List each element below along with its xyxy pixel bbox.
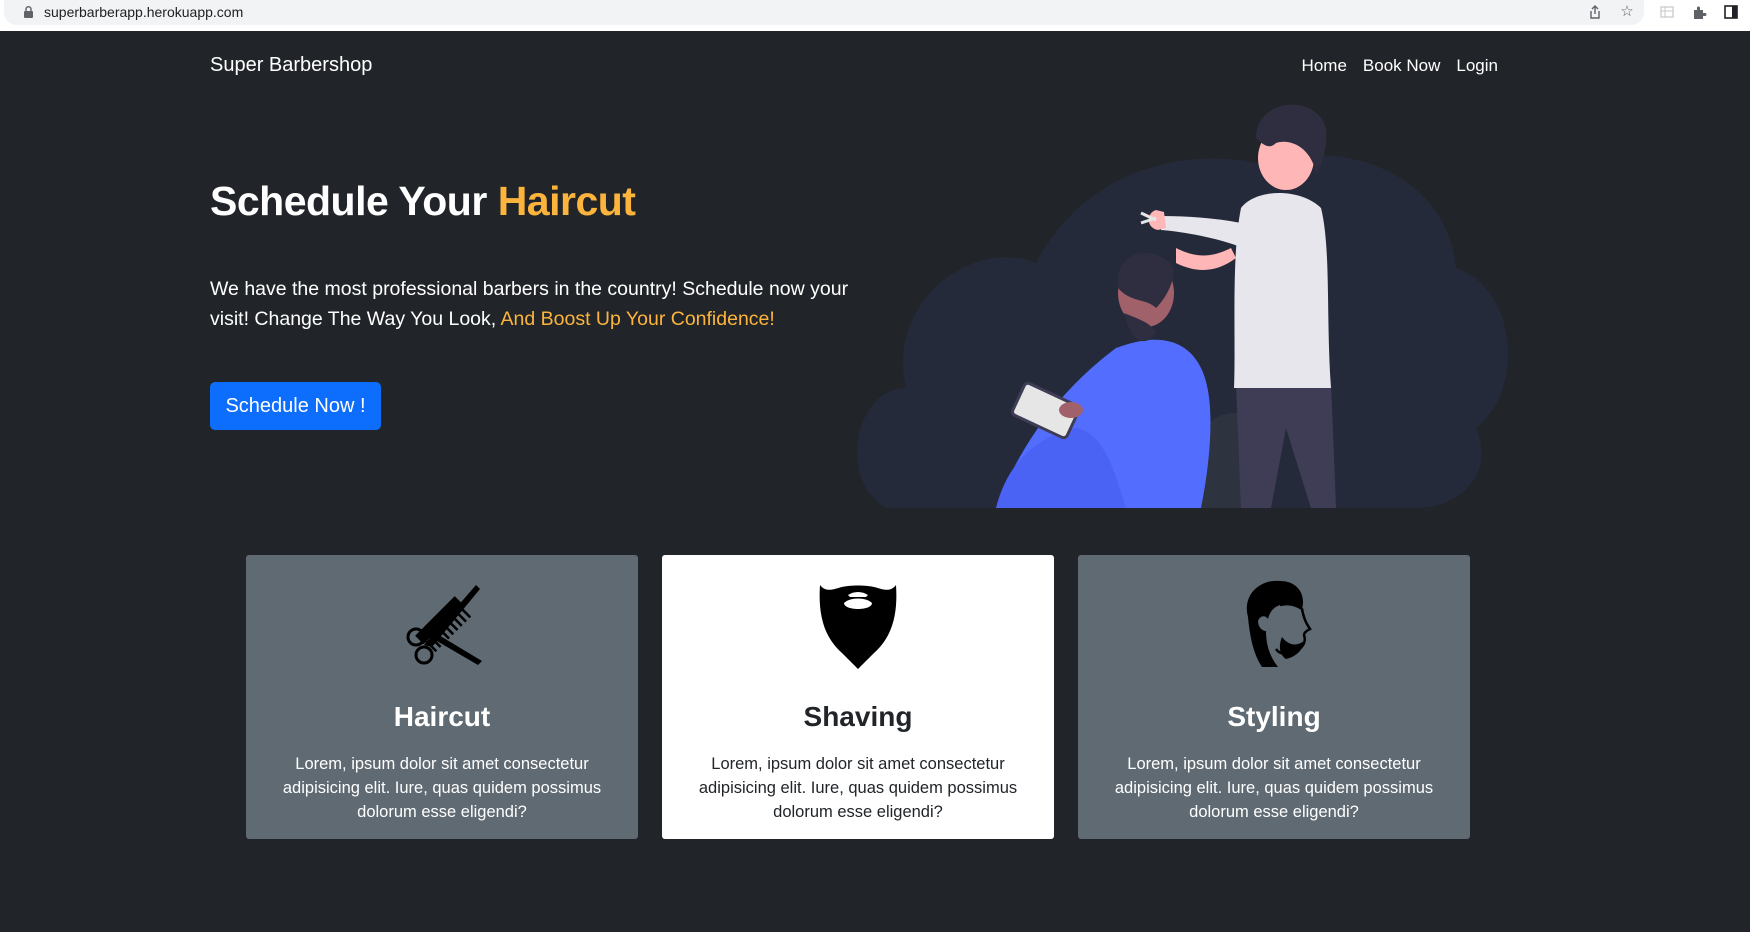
- hero-text-accent: And Boost Up Your Confidence!: [500, 308, 775, 330]
- service-card-styling[interactable]: Styling Lorem, ipsum dolor sit amet cons…: [1078, 555, 1470, 839]
- service-title: Styling: [1227, 701, 1321, 732]
- beard-icon: [819, 585, 897, 669]
- comb-scissors-icon: [406, 585, 482, 665]
- nav-home[interactable]: Home: [1302, 56, 1347, 76]
- puzzle-icon[interactable]: [1691, 4, 1707, 20]
- bookmark-star-icon[interactable]: ☆: [1619, 4, 1635, 20]
- address-bar[interactable]: superbarberapp.herokuapp.com ☆: [4, 0, 1644, 25]
- man-profile-icon: [1246, 580, 1312, 667]
- browser-toolbar: superbarberapp.herokuapp.com ☆: [0, 0, 1750, 31]
- nav-book-now[interactable]: Book Now: [1363, 56, 1440, 76]
- sidepanel-icon[interactable]: [1723, 4, 1739, 20]
- service-title: Shaving: [803, 701, 913, 732]
- brand-logo[interactable]: Super Barbershop: [210, 54, 372, 77]
- url-text: superbarberapp.herokuapp.com: [44, 4, 244, 20]
- service-description: Lorem, ipsum dolor sit amet consectetur …: [698, 755, 1018, 821]
- service-card-shaving[interactable]: Shaving Lorem, ipsum dolor sit amet cons…: [662, 555, 1054, 839]
- hero-title-accent: Haircut: [497, 178, 636, 224]
- hero-title-plain: Schedule Your: [210, 178, 487, 224]
- main-nav: Home Book Now Login: [1302, 56, 1498, 76]
- service-title: Haircut: [393, 701, 491, 732]
- hero-title: Schedule Your Haircut: [210, 178, 636, 225]
- barber-illustration: [857, 104, 1508, 508]
- hero-description: We have the most professional barbers in…: [210, 274, 860, 334]
- service-description: Lorem, ipsum dolor sit amet consectetur …: [1114, 755, 1434, 821]
- schedule-now-button[interactable]: Schedule Now !: [210, 382, 381, 430]
- extension-icon[interactable]: [1659, 4, 1675, 20]
- service-card-haircut[interactable]: Haircut Lorem, ipsum dolor sit amet cons…: [246, 555, 638, 839]
- lock-icon: [24, 6, 33, 18]
- nav-login[interactable]: Login: [1456, 56, 1498, 76]
- service-description: Lorem, ipsum dolor sit amet consectetur …: [282, 755, 602, 821]
- share-icon[interactable]: [1587, 4, 1603, 20]
